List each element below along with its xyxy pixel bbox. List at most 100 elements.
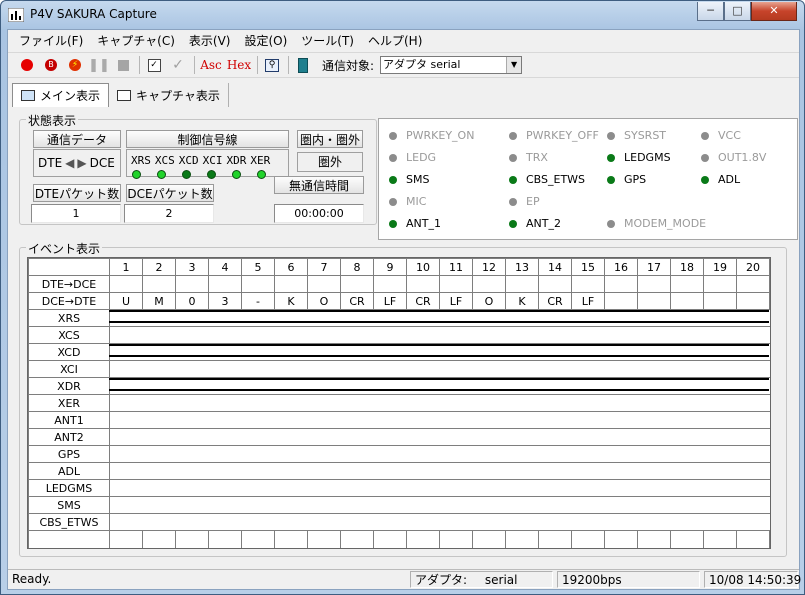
event-cell[interactable] bbox=[175, 394, 209, 412]
event-cell[interactable] bbox=[307, 360, 341, 378]
event-cell[interactable] bbox=[340, 530, 374, 548]
event-cell[interactable] bbox=[340, 394, 374, 412]
event-cell[interactable] bbox=[208, 275, 242, 293]
event-cell[interactable] bbox=[307, 428, 341, 446]
event-cell[interactable] bbox=[241, 343, 275, 361]
event-cell[interactable] bbox=[175, 479, 209, 497]
event-cell[interactable] bbox=[505, 530, 539, 548]
event-cell[interactable] bbox=[472, 513, 506, 531]
event-cell[interactable] bbox=[373, 343, 407, 361]
event-cell[interactable]: CR bbox=[538, 292, 572, 310]
event-cell[interactable] bbox=[373, 513, 407, 531]
event-cell[interactable] bbox=[406, 343, 440, 361]
event-cell[interactable] bbox=[736, 411, 770, 429]
event-cell[interactable] bbox=[670, 309, 704, 327]
event-cell[interactable] bbox=[571, 394, 605, 412]
event-cell[interactable] bbox=[670, 462, 704, 480]
event-cell[interactable] bbox=[175, 530, 209, 548]
event-cell[interactable] bbox=[439, 462, 473, 480]
event-cell[interactable] bbox=[340, 275, 374, 293]
pause-button[interactable]: ❚❚ bbox=[88, 54, 110, 76]
event-cell[interactable] bbox=[571, 428, 605, 446]
event-cell[interactable]: U bbox=[109, 292, 143, 310]
event-cell[interactable] bbox=[703, 394, 737, 412]
menu-capture[interactable]: キャプチャ(C) bbox=[90, 30, 182, 51]
event-cell[interactable] bbox=[241, 309, 275, 327]
event-cell[interactable] bbox=[571, 275, 605, 293]
event-cell[interactable] bbox=[604, 309, 638, 327]
event-cell[interactable] bbox=[439, 428, 473, 446]
event-cell[interactable] bbox=[670, 496, 704, 514]
event-cell[interactable] bbox=[307, 462, 341, 480]
event-cell[interactable] bbox=[241, 326, 275, 344]
event-cell[interactable] bbox=[736, 292, 770, 310]
exit-button[interactable] bbox=[292, 54, 314, 76]
event-cell[interactable] bbox=[175, 462, 209, 480]
event-cell[interactable]: - bbox=[241, 292, 275, 310]
event-cell[interactable] bbox=[406, 326, 440, 344]
event-cell[interactable] bbox=[109, 343, 143, 361]
menu-help[interactable]: ヘルプ(H) bbox=[361, 30, 429, 51]
event-cell[interactable] bbox=[175, 360, 209, 378]
event-cell[interactable] bbox=[472, 445, 506, 463]
event-cell[interactable] bbox=[604, 513, 638, 531]
event-cell[interactable] bbox=[109, 309, 143, 327]
event-cell[interactable] bbox=[538, 394, 572, 412]
event-cell[interactable]: 0 bbox=[175, 292, 209, 310]
event-cell[interactable] bbox=[109, 496, 143, 514]
menu-tools[interactable]: ツール(T) bbox=[294, 30, 361, 51]
event-cell[interactable] bbox=[670, 343, 704, 361]
event-cell[interactable] bbox=[340, 309, 374, 327]
event-cell[interactable] bbox=[142, 496, 176, 514]
chevron-down-icon[interactable]: ▼ bbox=[506, 57, 522, 73]
event-cell[interactable] bbox=[274, 530, 308, 548]
event-cell[interactable] bbox=[736, 513, 770, 531]
event-cell[interactable] bbox=[340, 496, 374, 514]
event-cell[interactable] bbox=[703, 411, 737, 429]
event-cell[interactable] bbox=[670, 326, 704, 344]
event-cell[interactable] bbox=[505, 479, 539, 497]
event-cell[interactable] bbox=[604, 292, 638, 310]
event-cell[interactable] bbox=[373, 360, 407, 378]
event-cell[interactable]: LF bbox=[373, 292, 407, 310]
event-cell[interactable] bbox=[604, 530, 638, 548]
event-cell[interactable] bbox=[637, 428, 671, 446]
event-cell[interactable] bbox=[571, 445, 605, 463]
event-cell[interactable]: K bbox=[505, 292, 539, 310]
event-cell[interactable] bbox=[142, 275, 176, 293]
event-cell[interactable] bbox=[373, 530, 407, 548]
event-cell[interactable] bbox=[538, 377, 572, 395]
event-cell[interactable] bbox=[604, 394, 638, 412]
event-cell[interactable] bbox=[340, 360, 374, 378]
event-cell[interactable] bbox=[373, 462, 407, 480]
event-cell[interactable] bbox=[703, 496, 737, 514]
event-cell[interactable] bbox=[406, 496, 440, 514]
event-cell[interactable] bbox=[307, 513, 341, 531]
event-cell[interactable] bbox=[571, 513, 605, 531]
comm-data-button[interactable]: 通信データ bbox=[33, 130, 121, 148]
event-cell[interactable] bbox=[571, 326, 605, 344]
event-cell[interactable] bbox=[307, 530, 341, 548]
event-cell[interactable] bbox=[109, 275, 143, 293]
event-cell[interactable] bbox=[208, 530, 242, 548]
event-cell[interactable] bbox=[703, 292, 737, 310]
event-cell[interactable] bbox=[604, 428, 638, 446]
event-cell[interactable] bbox=[175, 513, 209, 531]
event-cell[interactable] bbox=[109, 462, 143, 480]
event-cell[interactable] bbox=[109, 428, 143, 446]
event-cell[interactable] bbox=[439, 377, 473, 395]
event-cell[interactable] bbox=[670, 394, 704, 412]
event-cell[interactable] bbox=[208, 496, 242, 514]
event-cell[interactable] bbox=[439, 343, 473, 361]
event-cell[interactable] bbox=[472, 530, 506, 548]
menu-settings[interactable]: 設定(O) bbox=[237, 30, 294, 51]
event-cell[interactable] bbox=[703, 428, 737, 446]
event-cell[interactable] bbox=[274, 275, 308, 293]
event-cell[interactable] bbox=[340, 428, 374, 446]
event-cell[interactable] bbox=[373, 411, 407, 429]
event-cell[interactable] bbox=[736, 309, 770, 327]
event-cell[interactable] bbox=[439, 275, 473, 293]
event-cell[interactable] bbox=[406, 428, 440, 446]
checklist-button[interactable]: ✓ bbox=[143, 54, 165, 76]
event-cell[interactable] bbox=[472, 428, 506, 446]
